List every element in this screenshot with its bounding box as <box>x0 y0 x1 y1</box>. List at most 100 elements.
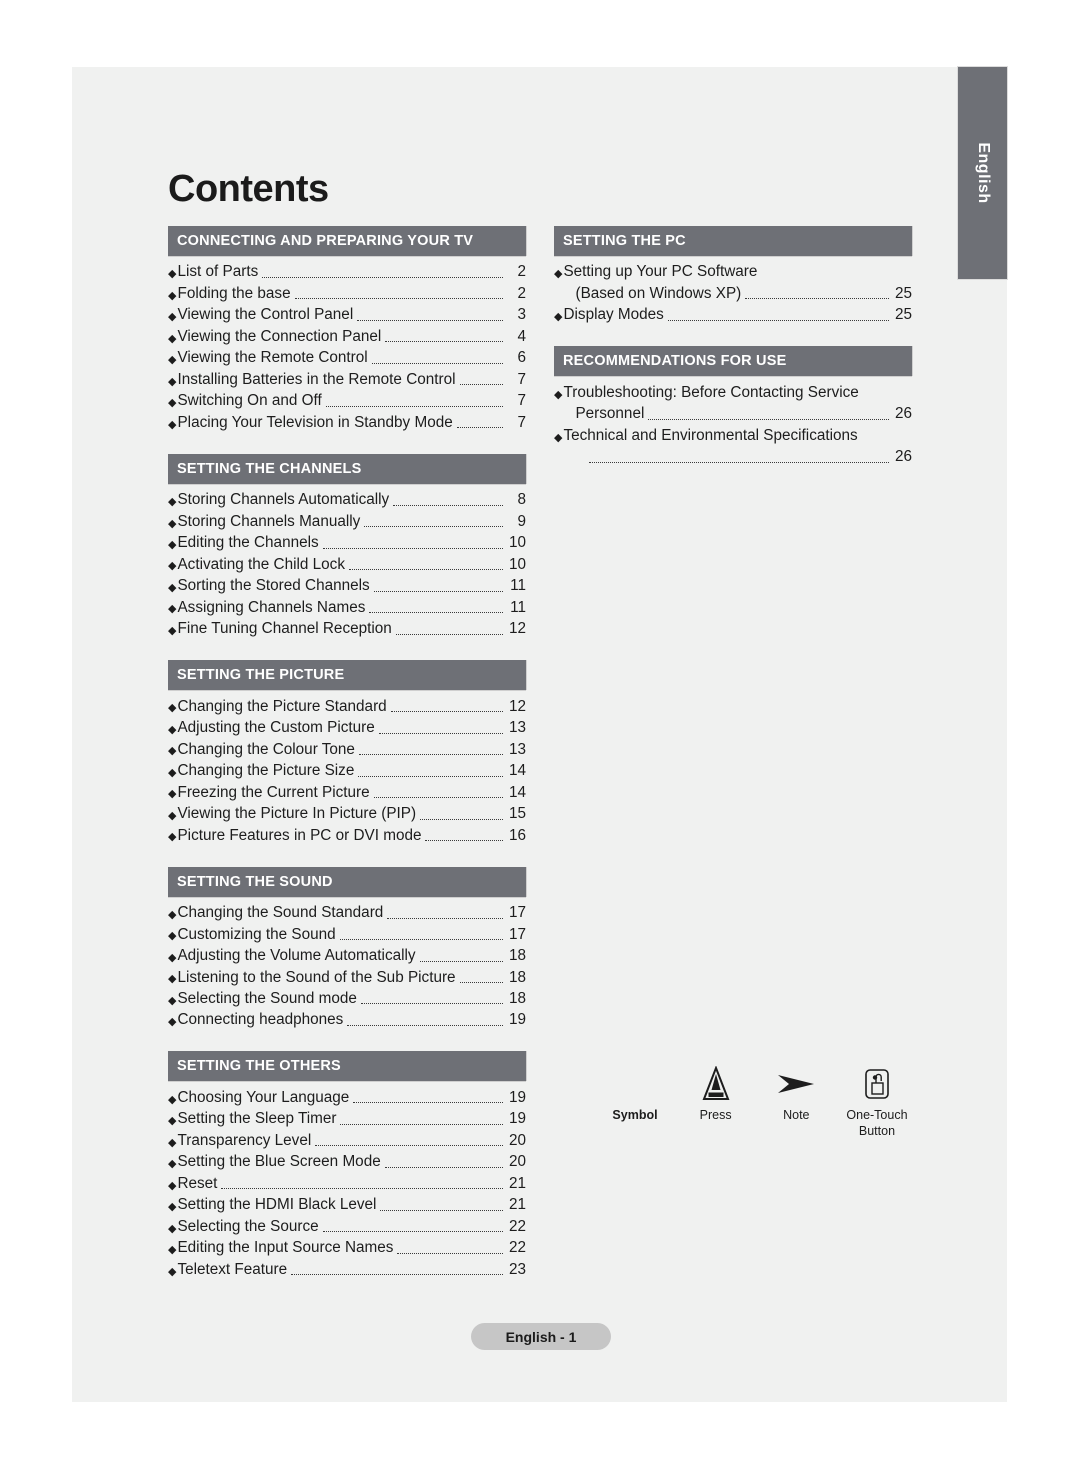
diamond-bullet-icon: ◆ <box>168 332 177 345</box>
toc-entry[interactable]: ◆ Storing Channels Manually 9 <box>168 511 526 532</box>
toc-entry-label: Troubleshooting: Before Contacting Servi… <box>563 383 859 401</box>
toc-entry[interactable]: ◆ Storing Channels Automatically 8 <box>168 490 526 511</box>
legend-item-label: Note <box>783 1108 810 1122</box>
dot-leader <box>387 908 503 919</box>
dot-leader <box>459 972 503 983</box>
toc-entry[interactable]: ◆ Troubleshooting: Before Contacting Serv… <box>554 382 912 403</box>
diamond-bullet-icon: ◆ <box>168 1244 177 1257</box>
diamond-bullet-icon: ◆ <box>168 745 177 758</box>
contents-column-1: CONNECTING AND PREPARING YOUR TV ◆ List of… <box>168 225 526 1301</box>
dot-leader <box>456 417 503 429</box>
toc-entry[interactable]: ◆ Setting the Sleep Timer 19 <box>168 1109 526 1130</box>
toc-entry[interactable]: ◆ Setting up Your PC Software <box>554 262 912 283</box>
diamond-bullet-icon: ◆ <box>168 496 177 509</box>
toc-entry[interactable]: ◆ Viewing the Picture In Picture (PIP) 15 <box>168 804 526 825</box>
toc-entry[interactable]: ◆ List of Parts 2 <box>168 262 526 283</box>
toc-entry-label: Viewing the Connection Panel <box>177 327 382 345</box>
toc-page-number: 2 <box>517 284 526 302</box>
section-header: SETTING THE PC <box>554 225 912 256</box>
toc-entry[interactable]: ◆ Technical and Environmental Specificati… <box>554 425 912 446</box>
toc-entry-label: Storing Channels Automatically <box>177 491 390 509</box>
toc-entry[interactable]: ◆ Setting the HDMI Black Level 21 <box>168 1195 526 1216</box>
toc-entry[interactable]: ◆ Fine Tuning Channel Reception 12 <box>168 619 526 640</box>
toc-entry-label: Freezing the Current Picture <box>177 783 370 801</box>
diamond-bullet-icon: ◆ <box>168 809 177 822</box>
toc-entry[interactable]: ◆ Editing the Channels 10 <box>168 533 526 554</box>
toc-entry[interactable]: ◆ Changing the Sound Standard 17 <box>168 903 526 924</box>
diamond-bullet-icon: ◆ <box>168 624 177 637</box>
toc-entry[interactable]: ◆ Teletext Feature 23 <box>168 1259 526 1280</box>
dot-leader <box>589 452 889 463</box>
toc-entry-label: Fine Tuning Channel Reception <box>177 620 392 638</box>
diamond-bullet-icon: ◆ <box>168 397 177 410</box>
section-entries: ◆ Choosing Your Language 19 ◆ Setting the Sl… <box>168 1081 526 1280</box>
toc-page-number: 13 <box>508 719 526 737</box>
toc-entry[interactable]: ◆Personnel26 <box>554 404 912 425</box>
dot-leader <box>420 809 503 820</box>
toc-entry-label: Display Modes <box>563 306 664 324</box>
dot-leader <box>393 495 503 506</box>
toc-entry[interactable]: ◆ Picture Features in PC or DVI mode 16 <box>168 825 526 846</box>
toc-entry-label: Installing Batteries in the Remote Contr… <box>177 370 456 388</box>
toc-page-number: 26 <box>894 448 912 466</box>
diamond-bullet-icon: ◆ <box>168 951 177 964</box>
toc-entry-label: Technical and Environmental Specificatio… <box>563 426 858 444</box>
diamond-bullet-icon: ◆ <box>168 581 177 594</box>
dot-leader <box>347 1015 503 1026</box>
toc-entry-label: Personnel <box>575 405 645 423</box>
toc-entry[interactable]: ◆ Listening to the Sound of the Sub Pictu… <box>168 967 526 988</box>
toc-entry[interactable]: ◆ Activating the Child Lock 10 <box>168 554 526 575</box>
toc-entry[interactable]: ◆ Folding the base 2 <box>168 283 526 304</box>
toc-entry[interactable]: ◆ Changing the Colour Tone 13 <box>168 739 526 760</box>
toc-entry[interactable]: ◆ Setting the Blue Screen Mode 20 <box>168 1152 526 1173</box>
toc-entry[interactable]: ◆ Viewing the Remote Control 6 <box>168 348 526 369</box>
dot-leader <box>459 374 503 386</box>
legend-item-label: Symbol <box>612 1108 658 1122</box>
dot-leader <box>322 1221 503 1233</box>
toc-page-number: 8 <box>517 491 526 509</box>
toc-entry[interactable]: ◆ Switching On and Off 7 <box>168 391 526 412</box>
toc-entry[interactable]: ◆ Changing the Picture Size 14 <box>168 761 526 782</box>
toc-page-number: 23 <box>508 1260 526 1278</box>
toc-entry[interactable]: ◆ Adjusting the Volume Automatically 18 <box>168 946 526 967</box>
diamond-bullet-icon: ◆ <box>168 1158 177 1171</box>
toc-entry[interactable]: ◆ Display Modes 25 <box>554 305 912 326</box>
toc-entry[interactable]: ◆ Sorting the Stored Channels 11 <box>168 576 526 597</box>
toc-entry[interactable]: ◆(Based on Windows XP)25 <box>554 283 912 304</box>
toc-entry[interactable]: ◆ Connecting headphones 19 <box>168 1010 526 1031</box>
toc-entry[interactable]: ◆ Editing the Input Source Names 22 <box>168 1238 526 1259</box>
toc-entry[interactable]: ◆ Viewing the Connection Panel 4 <box>168 326 526 347</box>
toc-entry[interactable]: ◆ Freezing the Current Picture 14 <box>168 782 526 803</box>
toc-entry[interactable]: ◆ Installing Batteries in the Remote Cont… <box>168 369 526 390</box>
diamond-bullet-icon: ◆ <box>168 1222 177 1235</box>
toc-entry[interactable]: ◆ Placing Your Television in Standby Mode… <box>168 412 526 433</box>
footer-page-badge: English - 1 <box>471 1323 611 1350</box>
toc-entry[interactable]: ◆ Customizing the Sound 17 <box>168 924 526 945</box>
toc-entry[interactable]: ◆ Choosing Your Language 19 <box>168 1087 526 1108</box>
contents-section: SETTING THE PICTURE ◆ Changing the Picture… <box>168 660 526 846</box>
toc-page-number: 26 <box>894 405 912 423</box>
diamond-bullet-icon: ◆ <box>168 311 177 324</box>
footer-page-label: English - 1 <box>505 1328 577 1345</box>
language-tab-label: English <box>974 142 992 204</box>
dot-leader <box>353 1092 503 1104</box>
toc-entry[interactable]: ◆ Changing the Picture Standard 12 <box>168 696 526 717</box>
contents-section: SETTING THE PC ◆ Setting up Your PC Softwa… <box>554 225 912 326</box>
toc-entry-label: Editing the Channels <box>177 534 319 552</box>
diamond-bullet-icon: ◆ <box>168 538 177 551</box>
toc-entry[interactable]: ◆ Selecting the Sound mode 18 <box>168 988 526 1009</box>
legend-item: Symbol <box>596 1062 674 1124</box>
contents-section: SETTING THE CHANNELS ◆ Storing Channels Au… <box>168 453 526 640</box>
toc-page-number: 10 <box>508 534 526 552</box>
diamond-bullet-icon: ◆ <box>168 1265 177 1278</box>
toc-entry[interactable]: ◆ Transparency Level 20 <box>168 1130 526 1151</box>
toc-entry[interactable]: ◆ Selecting the Source 22 <box>168 1216 526 1237</box>
toc-entry[interactable]: ◆ Assigning Channels Names 11 <box>168 597 526 618</box>
toc-entry[interactable]: ◆ Adjusting the Custom Picture 13 <box>168 718 526 739</box>
toc-entry[interactable]: ◆26 <box>554 447 912 468</box>
section-header: SETTING THE PICTURE <box>168 660 526 691</box>
section-header: SETTING THE SOUND <box>168 866 526 897</box>
toc-entry[interactable]: ◆ Reset 21 <box>168 1173 526 1194</box>
dot-leader <box>348 559 503 571</box>
toc-entry[interactable]: ◆ Viewing the Control Panel 3 <box>168 305 526 326</box>
